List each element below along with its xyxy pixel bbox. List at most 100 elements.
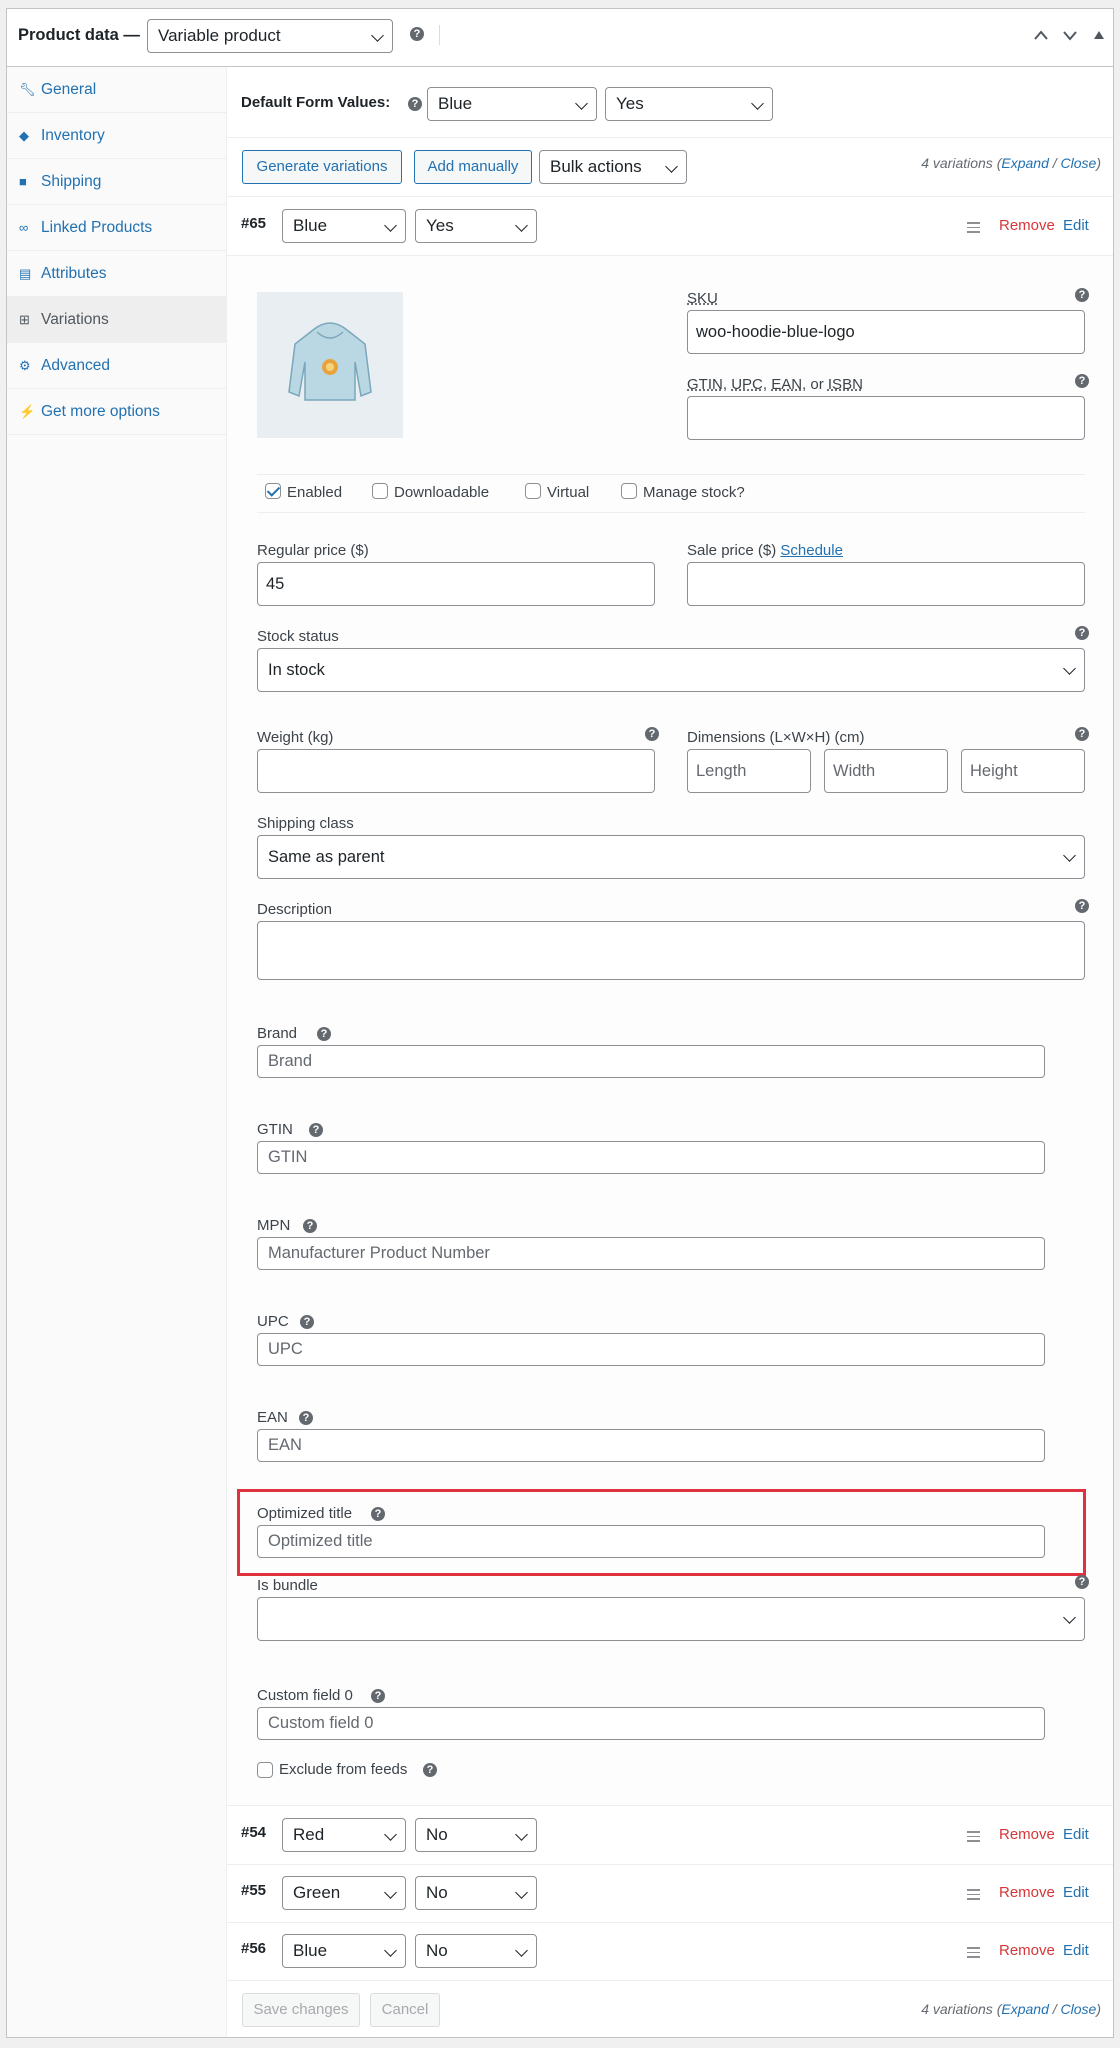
height-input[interactable]: Height	[961, 749, 1085, 793]
sku-input[interactable]: woo-hoodie-blue-logo	[687, 310, 1085, 354]
variation-image[interactable]	[257, 292, 403, 438]
product-data-panel: Product data — Variable product ? 🔧︎ Gene…	[6, 8, 1114, 2038]
custom-field-0-input[interactable]: Custom field 0	[257, 1707, 1045, 1740]
help-icon: ?	[1075, 899, 1089, 913]
exclude-from-feeds-checkbox[interactable]	[257, 1762, 273, 1778]
width-input[interactable]: Width	[824, 749, 948, 793]
weight-input[interactable]	[257, 749, 655, 793]
manage-stock-checkbox[interactable]	[621, 483, 637, 499]
sidebar-item-label: Linked Products	[41, 219, 153, 236]
edit-link[interactable]: Edit	[1063, 1942, 1089, 1959]
sidebar-item-label: Advanced	[41, 357, 110, 374]
variation-logo-select[interactable]: Yes	[415, 209, 537, 243]
length-input[interactable]: Length	[687, 749, 811, 793]
upc-input[interactable]: UPC	[257, 1333, 1045, 1366]
help-icon: ?	[303, 1219, 317, 1233]
remove-link[interactable]: Remove	[999, 217, 1055, 234]
variations-count-text: 4 variations	[921, 155, 993, 171]
help-icon: ?	[371, 1689, 385, 1703]
sidebar-item-attributes[interactable]: ▤ Attributes	[7, 251, 227, 297]
remove-link[interactable]: Remove	[999, 1826, 1055, 1843]
select-value: Blue	[293, 1941, 328, 1960]
sidebar-item-label: Get more options	[41, 403, 160, 420]
variation-logo-select[interactable]: No	[415, 1818, 537, 1852]
bulk-actions-select[interactable]: Bulk actions	[539, 150, 687, 184]
downloadable-checkbox[interactable]	[372, 483, 388, 499]
variation-logo-select[interactable]: No	[415, 1876, 537, 1910]
product-type-select[interactable]: Variable product	[147, 19, 393, 53]
variation-color-select[interactable]: Blue	[282, 1934, 406, 1968]
sale-price-input[interactable]	[687, 562, 1085, 606]
enabled-label: Enabled	[287, 484, 343, 501]
virtual-checkbox[interactable]	[525, 483, 541, 499]
help-icon: ?	[309, 1123, 323, 1137]
default-color-select[interactable]: Blue	[427, 87, 597, 121]
enabled-checkbox[interactable]	[265, 483, 281, 499]
stock-status-select[interactable]: In stock	[257, 648, 1085, 692]
ean-input[interactable]: EAN	[257, 1429, 1045, 1462]
upc-label: UPC	[257, 1313, 289, 1330]
divider	[257, 512, 1085, 513]
expand-link[interactable]: Expand	[1001, 2001, 1048, 2017]
list-icon: ▤	[19, 266, 32, 281]
exclude-from-feeds-label: Exclude from feeds	[279, 1761, 408, 1778]
mpn-input[interactable]: Manufacturer Product Number	[257, 1237, 1045, 1270]
sidebar-item-advanced[interactable]: ⚙ Advanced	[7, 343, 227, 389]
chevron-down-icon	[384, 1944, 397, 1957]
sidebar-item-general[interactable]: 🔧︎ General	[7, 67, 227, 113]
default-logo-select[interactable]: Yes	[605, 87, 773, 121]
select-value: Yes	[426, 216, 454, 235]
help-icon: ?	[300, 1315, 314, 1329]
select-value: No	[426, 1883, 448, 1902]
sidebar-item-variations[interactable]: ⊞ Variations	[7, 297, 227, 343]
variation-logo-select[interactable]: No	[415, 1934, 537, 1968]
chevron-down-icon[interactable]	[1062, 29, 1078, 41]
edit-link[interactable]: Edit	[1063, 1884, 1089, 1901]
sidebar-item-linked-products[interactable]: ∞ Linked Products	[7, 205, 227, 251]
save-changes-button[interactable]: Save changes	[242, 1993, 360, 2027]
sale-price-label: Sale price ($) Schedule	[687, 542, 843, 559]
variation-color-select[interactable]: Green	[282, 1876, 406, 1910]
drag-handle-icon[interactable]	[967, 1831, 980, 1845]
optimized-title-input[interactable]: Optimized title	[257, 1525, 1045, 1558]
manage-stock-label: Manage stock?	[643, 484, 745, 501]
sidebar-item-get-more-options[interactable]: ⚡ Get more options	[7, 389, 227, 435]
sidebar-item-shipping[interactable]: ■ Shipping	[7, 159, 227, 205]
edit-link[interactable]: Edit	[1063, 1826, 1089, 1843]
wrench-icon: 🔧︎	[19, 82, 36, 97]
drag-handle-icon[interactable]	[967, 1947, 980, 1961]
description-textarea[interactable]	[257, 921, 1085, 980]
expand-link[interactable]: Expand	[1001, 155, 1048, 171]
drag-handle-icon[interactable]	[967, 222, 980, 236]
edit-link[interactable]: Edit	[1063, 217, 1089, 234]
help-icon: ?	[371, 1507, 385, 1521]
chevron-down-icon	[575, 97, 588, 110]
regular-price-input[interactable]: 45	[257, 562, 655, 606]
divider	[227, 137, 1113, 138]
gtin-abbr: GTIN	[687, 376, 723, 393]
gtin-upc-ean-isbn-input[interactable]	[687, 396, 1085, 440]
select-value: Bulk actions	[550, 157, 642, 176]
help-icon: ?	[645, 727, 659, 741]
variation-color-select[interactable]: Red	[282, 1818, 406, 1852]
is-bundle-select[interactable]	[257, 1597, 1085, 1641]
close-link[interactable]: Close	[1061, 2001, 1097, 2017]
brand-input[interactable]: Brand	[257, 1045, 1045, 1078]
variation-color-select[interactable]: Blue	[282, 209, 406, 243]
toggle-arrow-icon[interactable]	[1094, 31, 1104, 39]
gear-icon: ⚙	[19, 358, 31, 373]
cancel-button[interactable]: Cancel	[370, 1993, 440, 2027]
drag-handle-icon[interactable]	[967, 1889, 980, 1903]
sidebar-item-inventory[interactable]: ◆ Inventory	[7, 113, 227, 159]
help-icon: ?	[423, 1763, 437, 1777]
chevron-up-icon[interactable]	[1033, 29, 1049, 41]
schedule-link[interactable]: Schedule	[780, 542, 843, 559]
close-link[interactable]: Close	[1061, 155, 1097, 171]
remove-link[interactable]: Remove	[999, 1884, 1055, 1901]
gtin-input[interactable]: GTIN	[257, 1141, 1045, 1174]
add-manually-button[interactable]: Add manually	[414, 150, 532, 184]
description-label: Description	[257, 901, 333, 918]
shipping-class-select[interactable]: Same as parent	[257, 835, 1085, 879]
generate-variations-button[interactable]: Generate variations	[242, 150, 402, 184]
remove-link[interactable]: Remove	[999, 1942, 1055, 1959]
